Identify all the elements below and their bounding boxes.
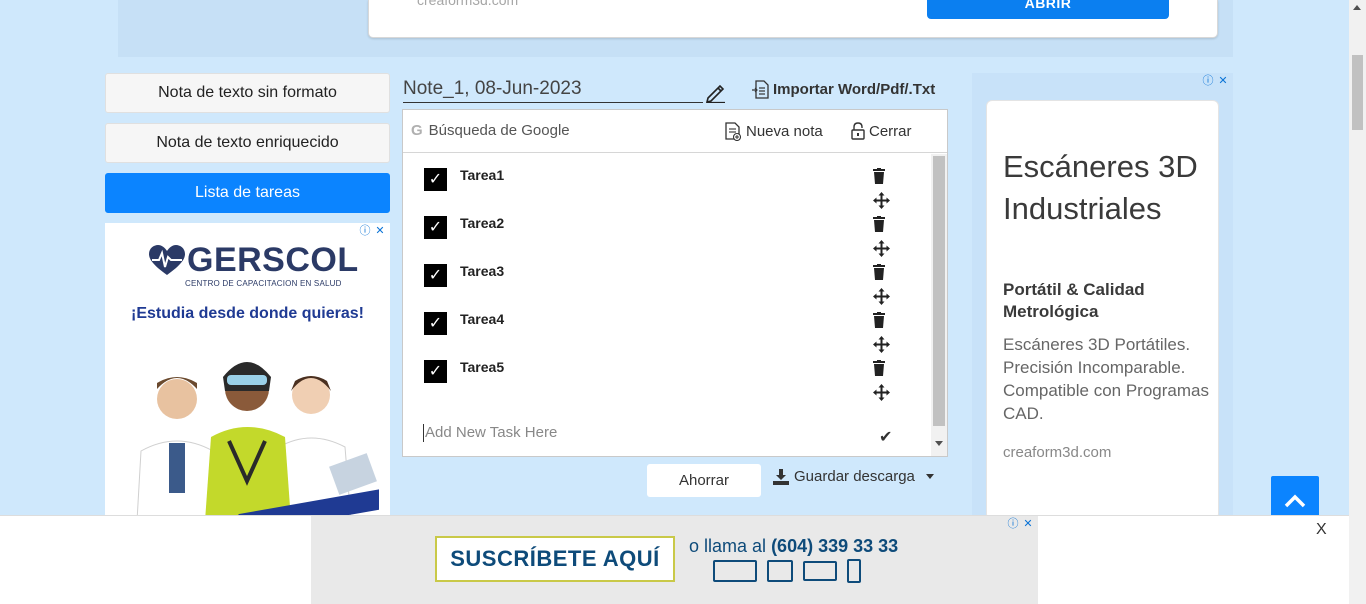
heart-logo-icon [149,245,185,275]
move-icon[interactable] [873,384,890,401]
top-ad-open-button[interactable]: ABRIR [927,0,1169,19]
tv-icon [713,560,757,582]
top-ad-area: creaform3d.com ABRIR [118,0,1233,57]
right-ad-title: Escáneres 3D Industriales [1003,149,1198,226]
task-checkbox[interactable]: ✓ [424,360,447,383]
bottom-ad-close-button[interactable]: X [1316,521,1327,539]
newspaper-icon [767,560,793,582]
close-note-label: Cerrar [869,122,912,140]
subscribe-banner[interactable]: SUSCRÍBETE AQUÍ [435,536,675,582]
ad-close-icon[interactable]: ✕ [373,224,387,238]
ad-choices[interactable]: ⓘ ✕ [1201,74,1230,88]
task-item: ✓ Tarea1 [403,158,931,209]
caret-down-icon [925,474,934,479]
ad-info-icon[interactable]: ⓘ [1201,74,1215,88]
task-label[interactable]: Tarea5 [460,359,504,375]
lock-icon [851,122,865,140]
task-checkbox[interactable]: ✓ [424,216,447,239]
page-scrollbar-thumb[interactable] [1352,55,1363,130]
download-icon [773,468,789,485]
task-label[interactable]: Tarea4 [460,311,504,327]
task-checkbox[interactable]: ✓ [424,312,447,335]
phone-line: o llama al (604) 339 33 33 [689,536,898,557]
scrollbar-thumb[interactable] [933,156,945,426]
right-ad-card[interactable]: Escáneres 3D Industriales Portátil & Cal… [986,100,1219,520]
phone-icon [847,559,861,583]
new-note-button[interactable]: Nueva nota [725,122,823,141]
scroll-down-arrow-icon[interactable] [935,441,943,446]
new-note-label: Nueva nota [746,123,823,140]
right-ad-area: ⓘ ✕ Escáneres 3D Industriales Portátil & … [972,73,1233,520]
task-checkbox[interactable]: ✓ [424,168,447,191]
add-task-check-icon[interactable]: ✔ [879,427,892,447]
task-list-scrollbar[interactable] [931,154,947,456]
ad-close-icon[interactable]: ✕ [1216,74,1230,88]
task-list: ✓ Tarea1 ✓ Tarea2 ✓ Tarea3 ✓ Tarea4 ✓ Ta… [403,154,931,456]
gerscol-subtitle: CENTRO DE CAPACITACION EN SALUD [185,279,342,288]
device-icons [713,559,861,583]
task-label[interactable]: Tarea3 [460,263,504,279]
trash-icon[interactable] [873,168,885,184]
right-ad-subtitle: Portátil & Calidad Metrológica [1003,280,1145,321]
task-label[interactable]: Tarea2 [460,215,504,231]
trash-icon[interactable] [873,360,885,376]
task-item: ✓ Tarea5 [403,350,931,401]
import-file-button[interactable]: Importar Word/Pdf/.Txt [752,78,935,100]
bottom-ad-bar: ⓘ ✕ SUSCRÍBETE AQUÍ o llama al (604) 339 … [0,515,1349,604]
google-search-label: Búsqueda de Google [428,122,570,139]
top-ad-url: creaform3d.com [417,0,519,8]
scroll-to-top-button[interactable] [1271,476,1319,518]
sidebar-item-task-list[interactable]: Lista de tareas [105,173,390,213]
close-note-button[interactable]: Cerrar [851,122,912,140]
phone-prefix: o llama al [689,536,767,556]
task-checkbox[interactable]: ✓ [424,264,447,287]
editor-toolbar: G Búsqueda de Google Nueva nota Cerrar [403,110,947,153]
gerscol-tagline: ¡Estudia desde donde quieras! [131,305,364,322]
top-ad[interactable]: creaform3d.com ABRIR [368,0,1218,38]
sidebar-item-plain-text-note[interactable]: Nota de texto sin formato [105,73,390,113]
google-icon: G [411,122,423,139]
left-ad[interactable]: ⓘ ✕ GERSCOL CENTRO DE CAPACITACION EN SAL… [105,223,390,515]
save-button[interactable]: Ahorrar [647,464,761,497]
page-scrollbar[interactable] [1349,0,1366,604]
new-task-input[interactable]: Add New Task Here [423,424,893,442]
gerscol-logo: GERSCOL [187,241,359,279]
scroll-up-arrow-icon[interactable] [1353,5,1361,10]
right-ad-url: creaform3d.com [1003,444,1112,461]
trash-icon[interactable] [873,264,885,280]
trash-icon[interactable] [873,216,885,232]
ad-choices[interactable]: ⓘ ✕ [1006,517,1035,531]
ad-people-image [136,362,379,515]
note-title-field[interactable]: Note_1, 08-Jun-2023 [403,78,703,103]
task-item: ✓ Tarea2 [403,206,931,257]
task-label[interactable]: Tarea1 [460,167,504,183]
task-item: ✓ Tarea3 [403,254,931,305]
ad-choices[interactable]: ⓘ ✕ [358,224,387,238]
import-file-label: Importar Word/Pdf/.Txt [773,80,936,98]
new-note-icon [725,122,741,141]
ad-close-icon[interactable]: ✕ [1021,517,1035,531]
task-editor-panel: G Búsqueda de Google Nueva nota Cerrar ✓… [402,109,948,457]
laptop-icon [803,561,837,581]
import-file-icon [752,79,769,99]
pencil-icon[interactable] [705,81,727,103]
sidebar-item-rich-text-note[interactable]: Nota de texto enriquecido [105,123,390,163]
google-search-button[interactable]: G Búsqueda de Google [411,122,570,139]
save-download-dropdown[interactable]: Guardar descarga [773,468,934,485]
trash-icon[interactable] [873,312,885,328]
ad-info-icon[interactable]: ⓘ [1006,517,1020,531]
save-download-label: Guardar descarga [794,468,915,485]
phone-number: (604) 339 33 33 [771,536,899,556]
right-ad-description: Escáneres 3D Portátiles. Precisión Incom… [1003,335,1209,423]
task-item: ✓ Tarea4 [403,302,931,353]
bottom-ad[interactable]: ⓘ ✕ SUSCRÍBETE AQUÍ o llama al (604) 339 … [311,516,1038,604]
chevron-up-icon [1284,494,1306,508]
ad-info-icon[interactable]: ⓘ [358,224,372,238]
